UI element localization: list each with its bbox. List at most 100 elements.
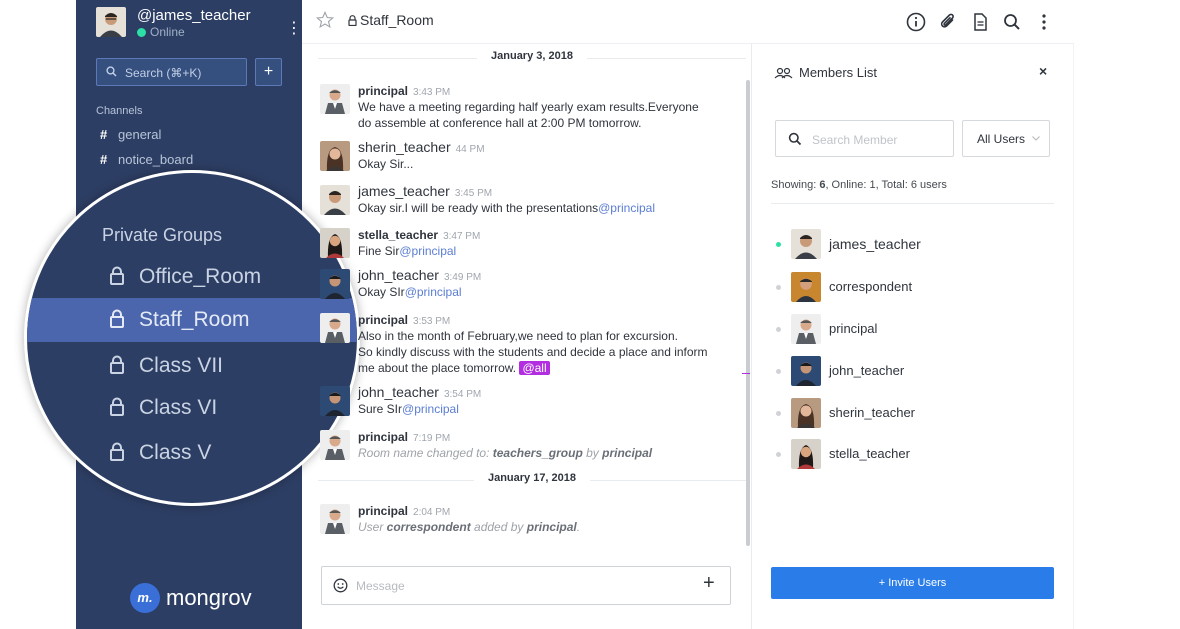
message-header: james_teacher 3:45 PM	[358, 183, 492, 201]
message-time: 3:43 PM	[413, 87, 451, 98]
showing-label: Showing:	[771, 179, 820, 191]
member-item-stella-teacher[interactable]: stella_teacher	[776, 439, 1036, 469]
add-room-button[interactable]: +	[255, 58, 282, 86]
avatar[interactable]	[320, 228, 350, 258]
message-line: do assemble at conference hall at 2:00 P…	[358, 116, 642, 130]
members-title-text: Members List	[799, 65, 878, 80]
info-icon[interactable]	[905, 11, 927, 33]
channels-title: Channels	[96, 105, 143, 117]
mention-link[interactable]: @principal	[399, 244, 456, 258]
avatar	[791, 229, 821, 259]
member-item-sherin-teacher[interactable]: sherin_teacher	[776, 398, 1036, 428]
avatar[interactable]	[320, 430, 350, 460]
system-text: .	[576, 520, 581, 534]
system-bold: principal	[526, 520, 577, 534]
message-header: stella_teacher 3:47 PM	[358, 226, 480, 244]
message-username[interactable]: sherin_teacher	[358, 139, 451, 155]
avatar	[791, 272, 821, 302]
message-scrollbar[interactable]	[746, 80, 750, 546]
channel-item-notice-board[interactable]: # notice_board	[100, 152, 193, 167]
message-header: principal 2:04 PM	[358, 502, 450, 520]
system-message: User correspondent added by principal.	[358, 519, 718, 535]
system-message: Room name changed to: teachers_group by …	[358, 445, 718, 461]
offline-dot-icon	[776, 452, 781, 457]
member-item-principal[interactable]: principal	[776, 314, 1036, 344]
message-time: 7:19 PM	[413, 433, 451, 444]
kebab-icon[interactable]	[1033, 11, 1055, 33]
message-line: So kindly discuss with the students and …	[358, 345, 708, 359]
offline-dot-icon	[776, 369, 781, 374]
avatar	[791, 314, 821, 344]
private-groups-title: Private Groups	[102, 225, 223, 245]
avatar[interactable]	[320, 386, 350, 416]
star-icon[interactable]	[315, 11, 335, 34]
avatar	[791, 398, 821, 428]
member-item-john-teacher[interactable]: john_teacher	[776, 356, 1036, 386]
message-composer[interactable]: Message +	[321, 566, 731, 605]
message-username[interactable]: principal	[358, 84, 408, 98]
message-text: Okay SIr	[358, 285, 405, 299]
message-text: Sure SIr	[358, 402, 403, 416]
avatar[interactable]	[320, 504, 350, 534]
member-name: john_teacher	[829, 363, 905, 378]
group-label: Class VI	[139, 396, 218, 419]
members-panel: Members List × Search Member All Users S…	[752, 44, 1074, 629]
user-header[interactable]: @james_teacher Online ⋮	[96, 7, 302, 41]
avatar[interactable]	[320, 185, 350, 215]
avatar[interactable]	[320, 269, 350, 299]
sidebar-search[interactable]: Search (⌘+K)	[96, 58, 247, 86]
member-name: sherin_teacher	[829, 405, 915, 420]
hash-icon: #	[100, 152, 108, 167]
member-item-correspondent[interactable]: correspondent	[776, 272, 1036, 302]
offline-dot-icon	[776, 327, 781, 332]
channel-item-general[interactable]: # general	[100, 127, 161, 142]
mention-link[interactable]: @principal	[598, 201, 655, 215]
online-dot-icon	[137, 28, 146, 37]
search-icon[interactable]	[1001, 11, 1023, 33]
member-search-input[interactable]: Search Member	[775, 120, 954, 157]
emoji-icon[interactable]	[333, 578, 348, 598]
user-status: Online	[137, 25, 185, 39]
user-filter-select[interactable]: All Users	[962, 120, 1050, 157]
message-username[interactable]: james_teacher	[358, 183, 450, 199]
message-username[interactable]: principal	[358, 313, 408, 327]
kebab-icon[interactable]: ⋮	[286, 21, 302, 37]
mongrov-logo-icon: m.	[130, 583, 160, 613]
message-list: January 3, 2018 principal 3:43 PM We have…	[302, 44, 751, 554]
user-avatar[interactable]	[96, 7, 126, 37]
file-icon[interactable]	[969, 11, 991, 33]
plus-icon[interactable]: +	[703, 572, 715, 595]
message-body: Sure SIr@principal	[358, 401, 718, 417]
message-username[interactable]: principal	[358, 430, 408, 444]
showing-rest: , Online: 1, Total: 6 users	[825, 179, 947, 191]
paperclip-icon[interactable]	[937, 11, 959, 33]
room-title-text: Staff_Room	[360, 12, 434, 28]
message-username[interactable]: principal	[358, 504, 408, 518]
member-item-james-teacher[interactable]: james_teacher	[776, 229, 1036, 259]
mention-link[interactable]: @principal	[405, 285, 462, 299]
message-time: 3:53 PM	[413, 316, 451, 327]
group-label: Staff_Room	[139, 308, 250, 331]
system-bold: teachers_group	[492, 446, 583, 460]
date-separator: January 3, 2018	[318, 50, 746, 66]
message-username[interactable]: john_teacher	[358, 267, 439, 283]
unread-marker	[742, 373, 750, 374]
group-label: Office_Room	[139, 265, 262, 288]
system-text: added by	[470, 520, 527, 534]
invite-users-button[interactable]: + Invite Users	[771, 567, 1054, 599]
message-body: Also in the month of February,we need to…	[358, 328, 718, 376]
mention-all-badge[interactable]: @all	[519, 361, 550, 375]
avatar[interactable]	[320, 141, 350, 171]
avatar	[791, 356, 821, 386]
mention-link[interactable]: @principal	[402, 402, 459, 416]
avatar[interactable]	[320, 313, 350, 343]
panel-edge	[1073, 44, 1074, 629]
close-icon[interactable]: ×	[1039, 63, 1047, 79]
message-header: principal 3:53 PM	[358, 311, 450, 329]
avatar[interactable]	[320, 84, 350, 114]
message-username[interactable]: stella_teacher	[358, 228, 438, 242]
members-count: Showing: 6, Online: 1, Total: 6 users	[771, 179, 947, 191]
message-username[interactable]: john_teacher	[358, 384, 439, 400]
lock-icon	[109, 397, 125, 423]
date-separator: January 17, 2018	[318, 472, 746, 488]
